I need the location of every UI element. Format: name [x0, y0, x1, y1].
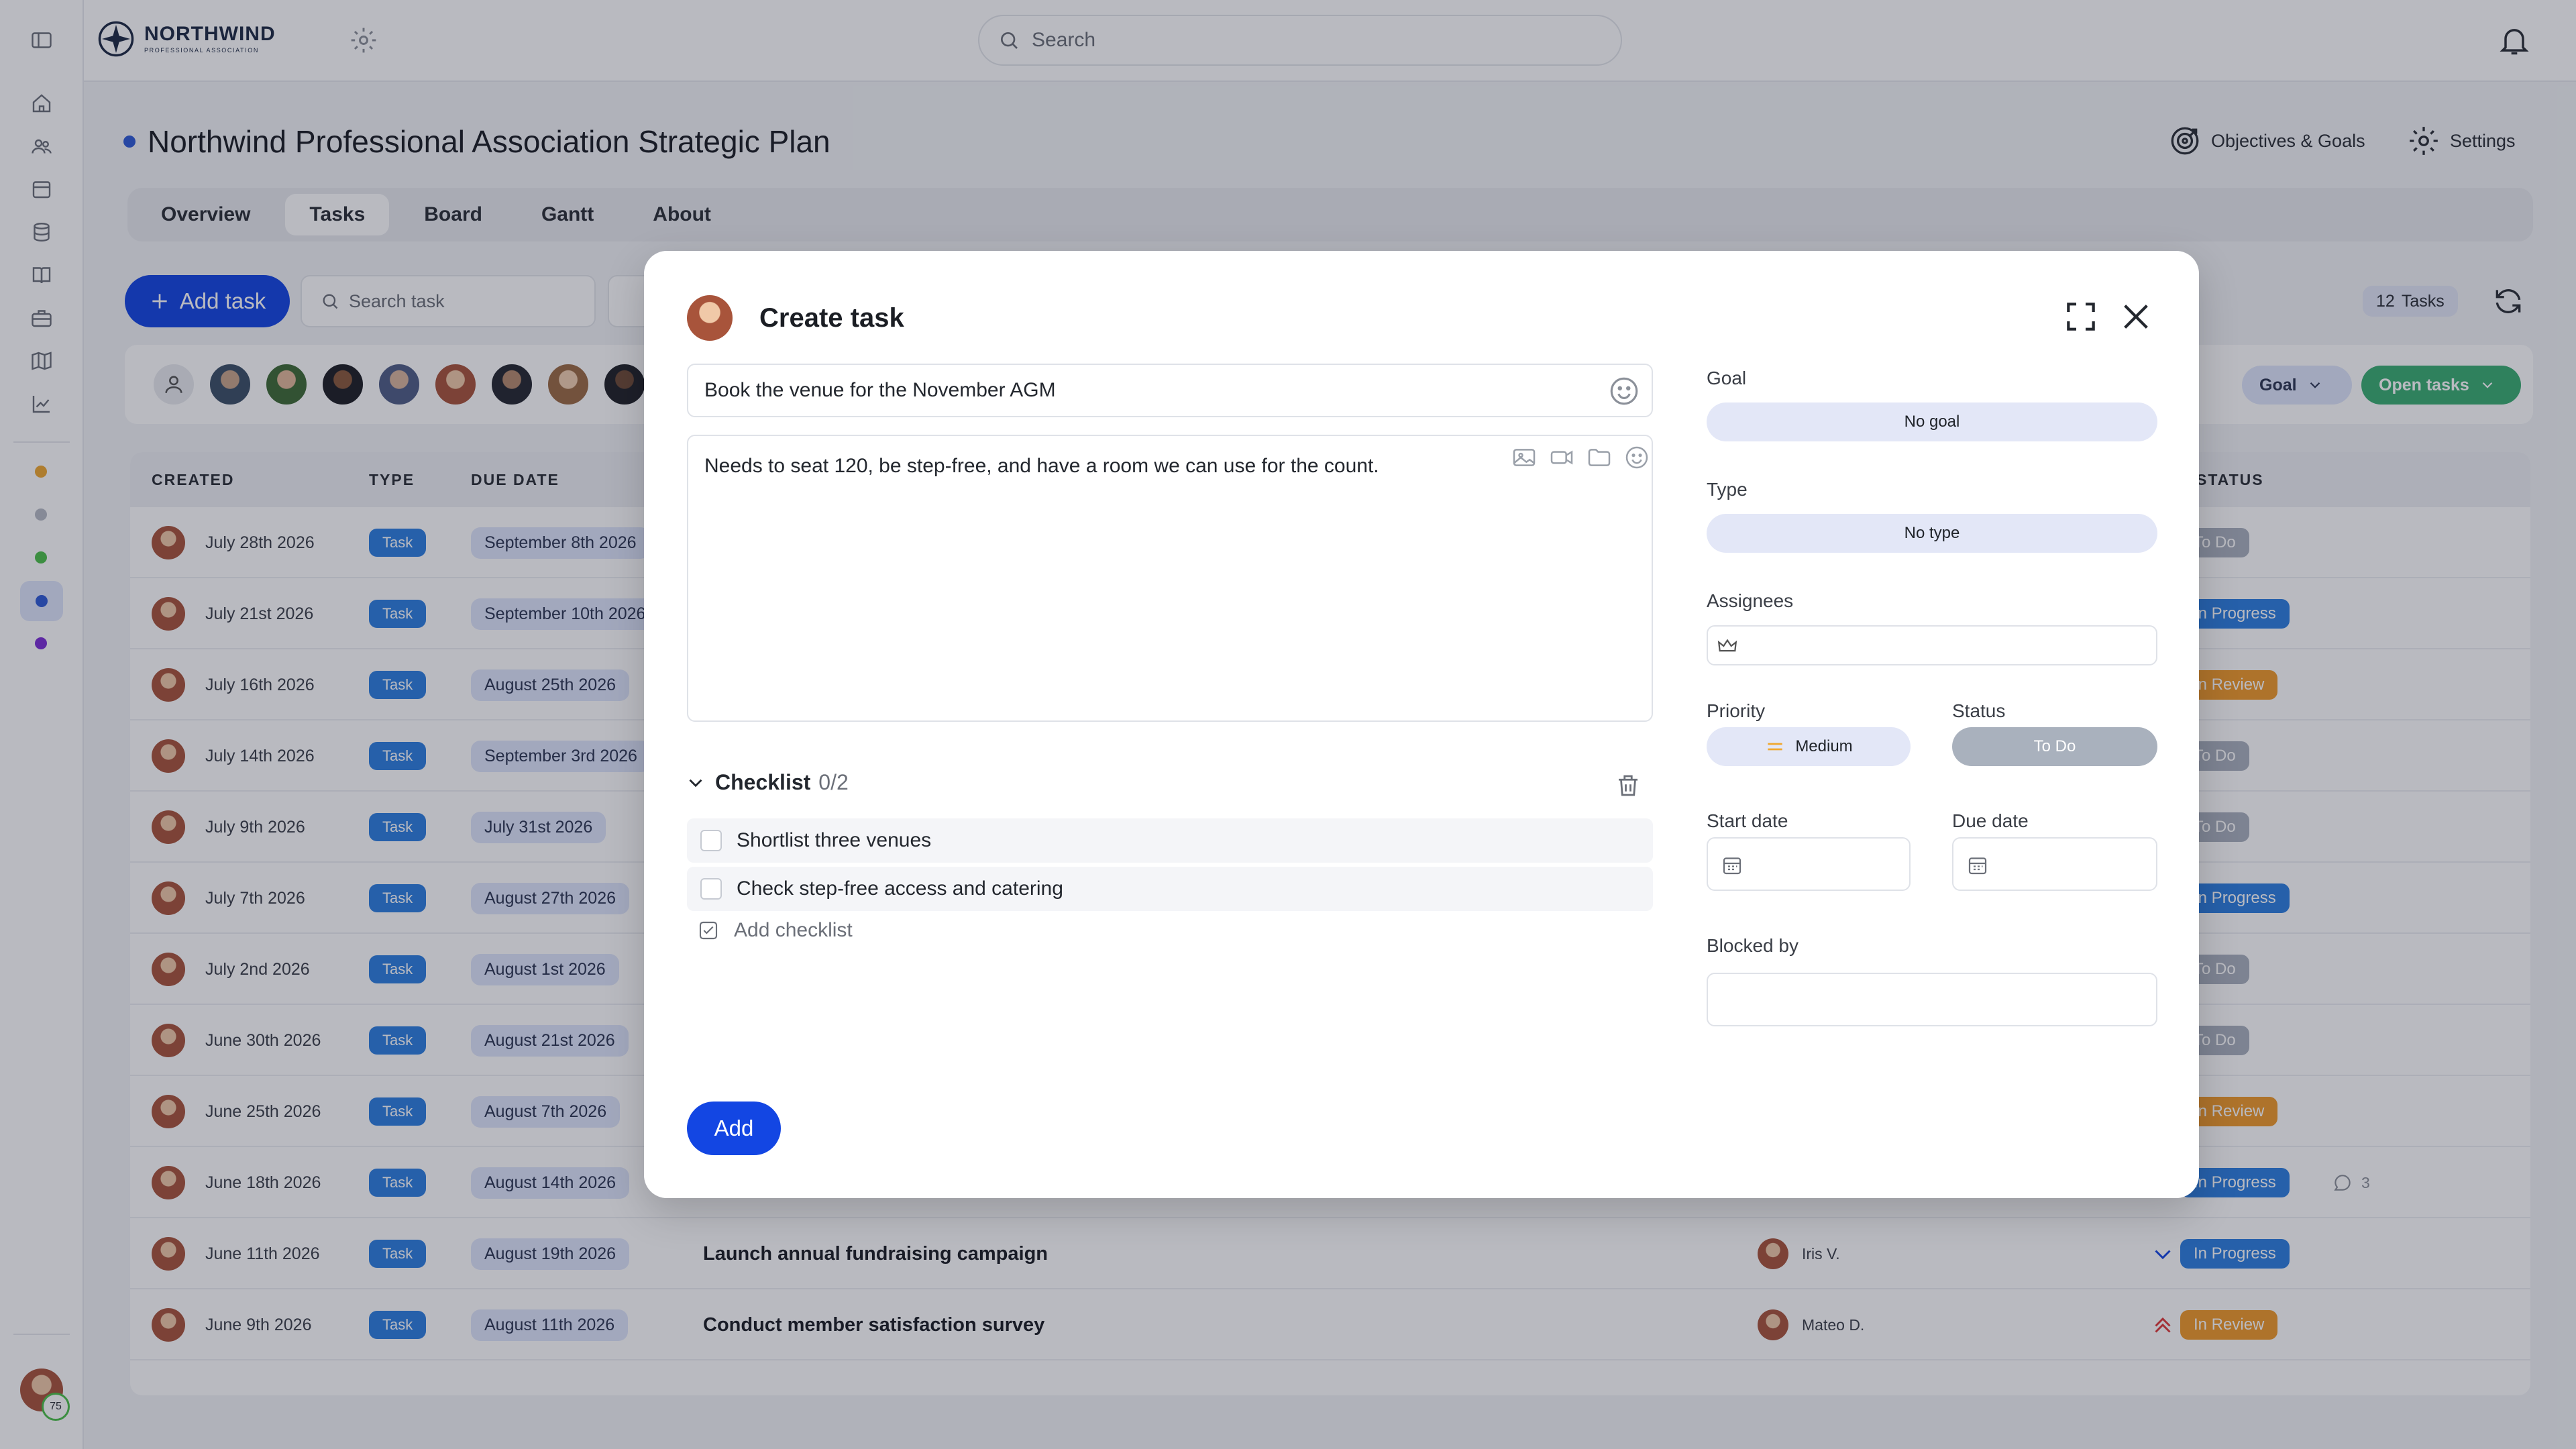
expand-icon[interactable]: [2062, 298, 2100, 335]
checklist-item-label: Shortlist three venues: [737, 829, 932, 851]
task-name-value: Book the venue for the November AGM: [704, 379, 1056, 401]
checklist-label: Checklist: [715, 770, 811, 794]
checklist-header[interactable]: Checklist 0/2: [684, 770, 849, 795]
priority-select[interactable]: Medium: [1707, 727, 1911, 766]
status-label: Status: [1952, 700, 2006, 721]
calendar-icon: [1968, 857, 1987, 875]
blocked-by-label: Blocked by: [1707, 935, 1799, 956]
priority-medium-icon: [1768, 743, 1782, 751]
checklist-item[interactable]: Shortlist three venues: [687, 818, 1653, 863]
description-textarea[interactable]: Needs to seat 120, be step-free, and hav…: [687, 435, 1653, 722]
status-select[interactable]: To Do: [1952, 727, 2157, 766]
checklist-item-label: Check step-free access and catering: [737, 877, 1063, 900]
close-icon[interactable]: [2117, 298, 2155, 335]
checklist-checkbox[interactable]: [700, 830, 722, 851]
chevron-down-icon: [689, 779, 702, 787]
folder-icon[interactable]: [1586, 444, 1613, 471]
type-select[interactable]: No type: [1707, 514, 2157, 553]
creator-avatar: [687, 295, 733, 341]
checkbox-checked-icon: [699, 921, 718, 940]
start-date-input[interactable]: [1707, 837, 1911, 891]
goal-label: Goal: [1707, 368, 1747, 388]
checklist-item[interactable]: Check step-free access and catering: [687, 867, 1653, 911]
task-name-input[interactable]: Book the venue for the November AGM: [687, 364, 1653, 417]
due-date-input[interactable]: [1952, 837, 2157, 891]
assignees-input[interactable]: [1707, 625, 2157, 665]
type-label: Type: [1707, 479, 1748, 500]
priority-label: Priority: [1707, 700, 1766, 721]
add-checklist-button[interactable]: Add checklist: [698, 919, 853, 942]
trash-icon[interactable]: [1614, 771, 1642, 800]
blocked-by-input[interactable]: [1707, 973, 2157, 1026]
crown-icon: [1717, 639, 1737, 652]
checklist-checkbox[interactable]: [700, 878, 722, 900]
description-toolbar: [1511, 444, 1650, 471]
goal-select[interactable]: No goal: [1707, 402, 2157, 441]
calendar-icon: [1723, 857, 1741, 875]
description-value: Needs to seat 120, be step-free, and hav…: [704, 455, 1379, 477]
modal-title: Create task: [759, 303, 904, 333]
add-button[interactable]: Add: [687, 1102, 781, 1155]
image-icon[interactable]: [1511, 444, 1538, 471]
assignees-label: Assignees: [1707, 590, 1794, 611]
emoji-icon[interactable]: [1607, 374, 1641, 408]
video-icon[interactable]: [1548, 444, 1575, 471]
due-date-label: Due date: [1952, 810, 2029, 831]
create-task-modal: Create task Book the venue for the Novem…: [644, 251, 2199, 1198]
emoji-icon[interactable]: [1623, 444, 1650, 471]
add-checklist-label: Add checklist: [734, 919, 853, 941]
checklist-count: 0/2: [818, 770, 849, 794]
priority-value: Medium: [1795, 737, 1853, 755]
start-date-label: Start date: [1707, 810, 1788, 831]
